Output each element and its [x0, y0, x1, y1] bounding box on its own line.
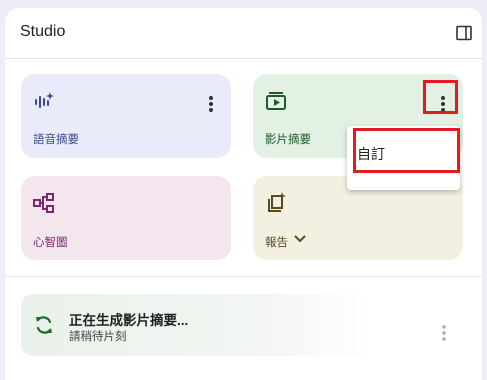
sync-icon	[36, 316, 52, 334]
mindmap-icon	[33, 193, 54, 213]
highlight-more-button	[423, 80, 458, 114]
more-vert-icon[interactable]	[437, 324, 451, 342]
studio-header: Studio	[5, 8, 482, 59]
more-vert-icon[interactable]	[201, 94, 221, 114]
report-sparkle-icon	[268, 192, 286, 212]
card-label-mindmap: 心智圖	[33, 237, 68, 249]
audio-overview-card[interactable]: 語音摘要	[21, 74, 231, 158]
page-title: Studio	[20, 23, 66, 40]
chevron-down-icon[interactable]	[293, 232, 307, 246]
side-panel-icon[interactable]	[456, 25, 472, 41]
studio-panel: Studio 語音摘要 影片摘要 心智圖 報告 自訂 正在生成影片摘要... 請…	[5, 8, 482, 380]
generating-subtitle: 請稍待片刻	[69, 331, 127, 343]
video-play-icon	[266, 92, 286, 110]
highlight-menu-item	[353, 128, 460, 173]
mindmap-card[interactable]: 心智圖	[21, 176, 231, 260]
card-label-audio: 語音摘要	[33, 134, 79, 146]
card-label-video: 影片摘要	[265, 134, 311, 146]
audio-sparkle-icon	[35, 92, 54, 108]
generating-item: 正在生成影片摘要... 請稍待片刻	[21, 294, 464, 356]
divider	[5, 276, 482, 277]
generating-title: 正在生成影片摘要...	[69, 313, 189, 328]
card-label-report: 報告	[265, 237, 288, 249]
